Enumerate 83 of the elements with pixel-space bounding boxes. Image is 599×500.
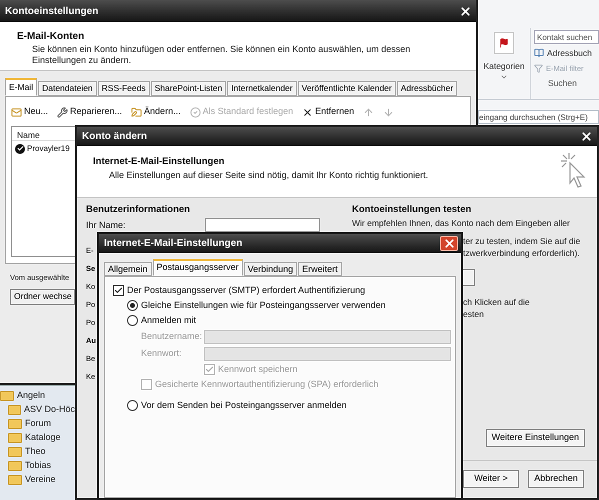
arrow-down-icon — [383, 106, 394, 118]
window-title: Kontoeinstellungen — [5, 4, 98, 18]
dialog-button[interactable]: Weiter > — [463, 470, 519, 488]
tab[interactable]: Veröffentlichte Kalender — [298, 81, 396, 96]
tab[interactable]: Verbindung — [244, 262, 298, 276]
section-text: ch Klicken auf die — [463, 296, 531, 308]
tab[interactable]: Internetkalender — [227, 81, 297, 96]
input-field[interactable] — [205, 218, 320, 232]
toolbar-button[interactable]: Ändern... — [131, 105, 181, 119]
tab[interactable]: Erweitert — [298, 262, 342, 276]
dialog-heading: Internet-E-Mail-Einstellungen — [93, 155, 226, 169]
folder-item[interactable]: Forum — [0, 417, 75, 431]
field-label: Benutzername: — [141, 330, 204, 343]
toolbar-button[interactable]: Reparieren... — [57, 105, 122, 119]
address-book-button[interactable]: Adressbuch — [534, 47, 599, 60]
dialog-heading: E-Mail-Konten — [17, 30, 86, 44]
close-icon — [580, 130, 592, 143]
check-circle-icon — [190, 106, 201, 118]
folder-icon — [8, 419, 22, 429]
folder-icon — [8, 447, 22, 457]
cross-icon — [302, 106, 314, 118]
change-folder-button[interactable]: Ordner wechse — [10, 288, 75, 305]
dialog-description: Sie können ein Konto hinzufügen oder entfernen. Sie können ein Konto auswählen, um dessen Einstellungen zu ändern. — [31, 44, 412, 66]
section-text: tzwerkverbindung erforderlich). — [463, 247, 581, 260]
tab[interactable]: Adressbücher — [396, 81, 458, 96]
folder-item[interactable]: Vereine — [0, 473, 75, 487]
tab[interactable]: E-Mail — [5, 78, 38, 96]
folder-item[interactable]: Tobias — [0, 459, 75, 473]
folder-item[interactable]: Kataloge — [0, 431, 75, 445]
account-row[interactable]: Provayler19 — [12, 141, 464, 156]
close-icon — [458, 4, 472, 18]
radio-button[interactable] — [127, 400, 138, 411]
tab[interactable]: Postausgangsserver — [152, 259, 243, 276]
tab[interactable]: Datendateien — [38, 81, 97, 96]
folder-icon — [8, 433, 22, 443]
more-settings-button[interactable]: Weitere Einstellungen — [486, 429, 585, 447]
toolbar-button[interactable]: Entfernen — [302, 105, 354, 119]
section-heading: Kontoeinstellungen testen — [352, 203, 472, 217]
categories-button[interactable]: Kategorien — [478, 28, 530, 99]
radio-label: Anmelden mit — [141, 314, 196, 327]
search-field[interactable]: eingang durchsuchen (Strg+E) — [478, 110, 599, 124]
section-text: ter zu testen, indem Sie auf die — [463, 235, 582, 248]
folder-item[interactable]: Theo — [0, 445, 75, 459]
flag-icon — [499, 38, 509, 48]
arrow-up-icon — [363, 106, 374, 118]
section-heading: Benutzerinformationen — [86, 203, 191, 217]
tab[interactable]: SharePoint-Listen — [150, 81, 226, 96]
radio-button[interactable] — [127, 315, 138, 326]
column-header: Name — [16, 129, 40, 140]
wrench-icon — [57, 106, 68, 118]
dialog-description: Alle Einstellungen auf dieser Seite sind nötig, damit Ihr Konto richtig funktioniert. — [108, 169, 428, 182]
folder-icon — [131, 106, 142, 118]
radio-button[interactable] — [127, 300, 138, 311]
group-label: Suchen — [547, 77, 578, 90]
checkbox-label: Der Postausgangsserver (SMTP) erfordert Authentifizierung — [127, 284, 366, 297]
tab[interactable]: Allgemein — [104, 262, 152, 276]
tab[interactable]: RSS-Feeds — [98, 81, 150, 96]
funnel-icon — [534, 64, 543, 73]
window-title: Internet-E-Mail-Einstellungen — [104, 237, 242, 251]
checkbox[interactable] — [113, 285, 124, 296]
section-text: Wir empfehlen Ihnen, das Konto nach dem Eingeben aller — [352, 218, 571, 230]
mail-icon — [11, 106, 22, 118]
checkbox-label: Gesicherte Kennwortauthentifizierung (SPA) erforderlich — [155, 378, 378, 391]
radio-label: Vor dem Senden bei Posteingangsserver anmelden — [141, 398, 347, 412]
toolbar-button[interactable]: Neu... — [11, 105, 48, 119]
section-text: esten — [463, 308, 485, 320]
folder-icon — [0, 391, 14, 401]
folder-item[interactable]: ASV Do-Höc — [0, 403, 75, 417]
checkbox-label: Kennwort speichern — [218, 362, 298, 376]
folder-icon — [8, 461, 22, 471]
folder-icon — [8, 475, 22, 485]
search-field[interactable]: Kontakt suchen — [534, 30, 599, 44]
book-icon — [534, 48, 544, 58]
folder-icon — [8, 405, 21, 415]
folder-item[interactable]: Angeln — [0, 389, 75, 403]
field-label: Ihr Name: — [86, 218, 127, 232]
close-icon — [442, 237, 456, 250]
radio-label: Gleiche Einstellungen wie für Posteingangsserver verwenden — [141, 298, 386, 312]
cursor-icon — [559, 151, 587, 189]
button[interactable] — [463, 269, 475, 286]
dialog-button[interactable]: Abbrechen — [528, 470, 584, 488]
field-label: Kennwort: — [141, 346, 183, 360]
window-title: Konto ändern — [82, 130, 147, 144]
